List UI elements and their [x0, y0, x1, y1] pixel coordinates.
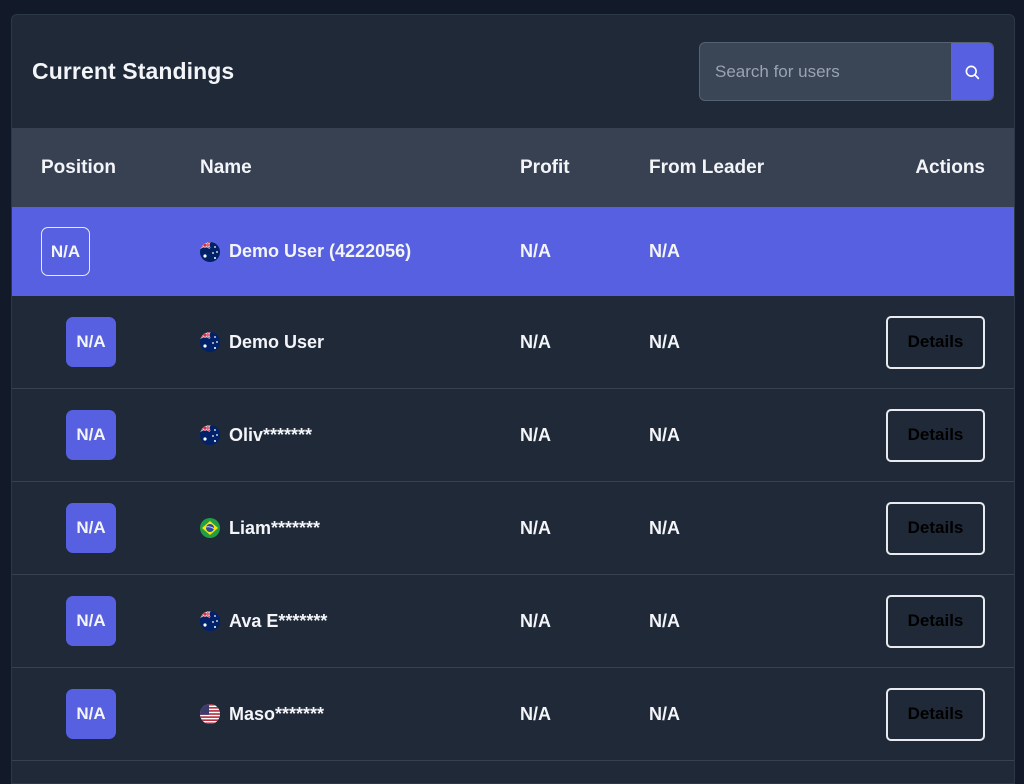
details-button[interactable]: Details	[886, 594, 985, 648]
header-position: Position	[41, 156, 116, 178]
profit-value: N/A	[520, 424, 551, 445]
user-name: Oliv*******	[229, 424, 313, 445]
usa-flag-icon	[200, 704, 220, 724]
table-row: N/A Maso******* N/A N/A Details	[12, 668, 1014, 761]
profit-value: N/A	[520, 703, 551, 724]
panel-header: Current Standings	[12, 15, 1014, 128]
header-actions: Actions	[915, 156, 985, 178]
table-header: Position Name Profit From Leader Actions	[12, 128, 1014, 207]
search-button[interactable]	[951, 43, 993, 100]
brazil-flag-icon	[200, 518, 220, 538]
user-name: Ava E*******	[229, 610, 328, 631]
from-leader-value: N/A	[649, 331, 680, 352]
australia-flag-icon	[200, 242, 220, 262]
from-leader-value: N/A	[649, 703, 680, 724]
position-badge: N/A	[66, 596, 116, 646]
table-row: N/A Ava E******* N/A N/A Details	[12, 575, 1014, 668]
position-badge: N/A	[66, 689, 116, 739]
details-button[interactable]: Details	[886, 687, 985, 741]
profit-value: N/A	[520, 331, 551, 352]
search-icon	[965, 65, 980, 79]
position-badge: N/A	[66, 317, 116, 367]
search-box	[699, 42, 994, 101]
australia-flag-icon	[200, 425, 220, 445]
from-leader-value: N/A	[649, 517, 680, 538]
details-button[interactable]: Details	[886, 315, 985, 369]
from-leader-value: N/A	[649, 424, 680, 445]
from-leader-value: N/A	[649, 241, 680, 261]
details-button[interactable]: Details	[886, 501, 985, 555]
profit-value: N/A	[520, 241, 551, 261]
profit-value: N/A	[520, 517, 551, 538]
user-name: Demo User (4222056)	[229, 241, 412, 261]
position-badge: N/A	[66, 503, 116, 553]
search-input[interactable]	[700, 43, 951, 100]
user-name: Liam*******	[229, 517, 321, 538]
header-profit: Profit	[520, 156, 570, 178]
table-row: N/A Oliv******* N/A N/A Details	[12, 389, 1014, 482]
standings-panel: Current Standings Position Name Profit F…	[11, 14, 1015, 784]
profit-value: N/A	[520, 610, 551, 631]
user-name: Demo User	[229, 331, 325, 352]
table-row: N/A Demo User N/A N/A Details	[12, 296, 1014, 389]
australia-flag-icon	[200, 611, 220, 631]
user-name: Maso*******	[229, 703, 325, 724]
position-badge: N/A	[66, 410, 116, 460]
details-button[interactable]: Details	[886, 408, 985, 462]
australia-flag-icon	[200, 332, 220, 352]
current-user-row: N/A Demo User (4222056) N/A N/A	[12, 207, 1014, 296]
header-from-leader: From Leader	[649, 156, 765, 178]
position-badge: N/A	[41, 227, 90, 276]
panel-title: Current Standings	[32, 58, 235, 84]
header-name: Name	[200, 156, 252, 178]
table-row: N/A Liam******* N/A N/A Details	[12, 482, 1014, 575]
from-leader-value: N/A	[649, 610, 680, 631]
